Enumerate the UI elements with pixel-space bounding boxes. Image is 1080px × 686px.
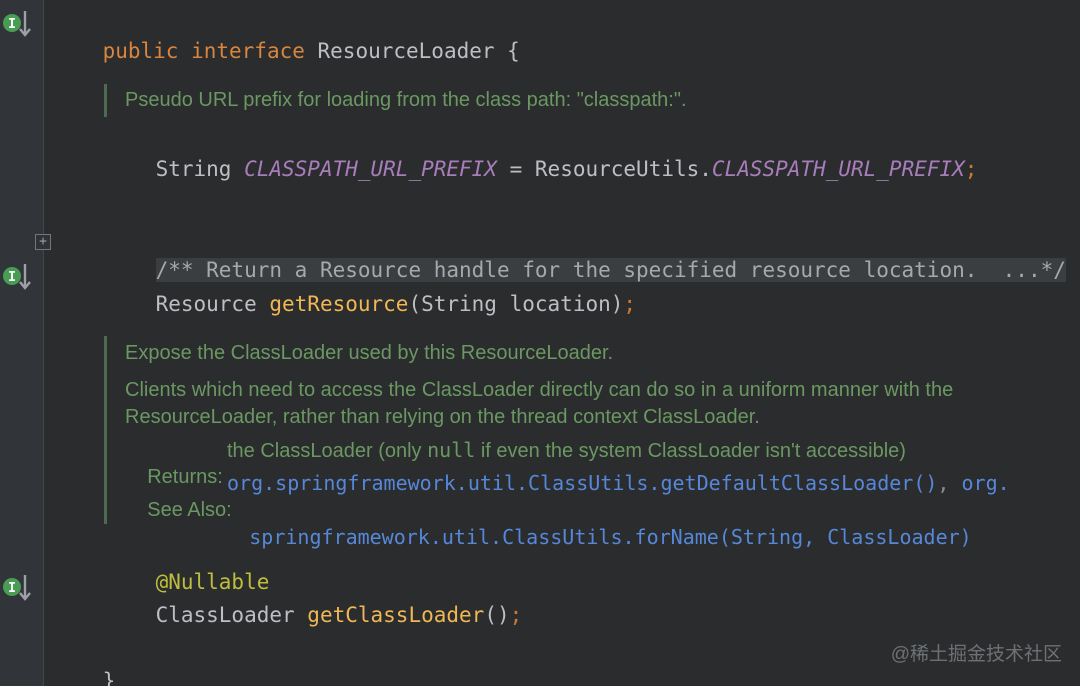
code-line-get-resource[interactable]: Resource getResource(String location); [105, 262, 636, 346]
ide-editor-window: I + I I public interface ResourceLoader … [0, 0, 1080, 686]
doc-paragraph-line: ResourceLoader, rather than relying on t… [125, 404, 760, 431]
type-name-token: ResourceLoader { [318, 39, 520, 63]
null-keyword: null [427, 438, 475, 462]
type-token: ClassLoader [156, 603, 308, 627]
doc-see-also-wrap-line: springframework.util.ClassUtils.forName(… [227, 497, 972, 579]
doc-comment-bar [104, 84, 107, 117]
params-token: () [484, 603, 509, 627]
link-separator: , [937, 471, 961, 495]
implemented-method-icon[interactable]: I [2, 259, 34, 293]
semicolon-token: ; [623, 292, 636, 316]
type-token: Resource [156, 292, 270, 316]
returns-text: if even the system ClassLoader isn't acc… [475, 440, 906, 462]
semicolon-token: ; [965, 157, 978, 181]
keyword-token: public interface [103, 39, 318, 63]
code-line-get-class-loader[interactable]: ClassLoader getClassLoader(); [105, 573, 522, 657]
code-line-closing-brace[interactable]: } [52, 639, 115, 686]
method-name-token: getClassLoader [307, 603, 484, 627]
code-line-interface-declaration[interactable]: public interface ResourceLoader { [52, 9, 520, 93]
svg-text:I: I [8, 270, 16, 285]
link-for-name-part2[interactable]: springframework.util.ClassUtils.forName(… [249, 525, 971, 549]
returns-value: the ClassLoader (only null if even the s… [227, 437, 906, 465]
constant-ref-token: CLASSPATH_URL_PREFIX [712, 157, 965, 181]
fold-expand-icon[interactable]: + [35, 234, 51, 250]
svg-text:I: I [8, 17, 16, 32]
brace-token: } [103, 669, 116, 686]
link-get-default-class-loader[interactable]: org.springframework.util.ClassUtils.getD… [227, 471, 937, 495]
code-line-constant-declaration[interactable]: String CLASSPATH_URL_PREFIX = ResourceUt… [105, 127, 977, 211]
type-token: String [156, 157, 245, 181]
method-name-token: getResource [269, 292, 408, 316]
juejin-watermark: @稀土掘金技术社区 [891, 643, 1062, 667]
doc-comment-bar [104, 336, 107, 524]
implemented-method-icon[interactable]: I [2, 570, 34, 604]
equals-token: = [497, 157, 535, 181]
semicolon-token: ; [510, 603, 523, 627]
see-also-links: org.springframework.util.ClassUtils.getD… [227, 470, 1010, 498]
doc-comment-text: Pseudo URL prefix for loading from the c… [125, 87, 687, 114]
see-also-label: See Also: [147, 499, 232, 521]
link-for-name-part1[interactable]: org. [962, 471, 1010, 495]
svg-text:I: I [8, 581, 16, 596]
returns-text: the ClassLoader (only [227, 440, 427, 462]
params-token: (String location) [408, 292, 623, 316]
qualifier-token: ResourceUtils. [535, 157, 712, 181]
doc-paragraph-line: Clients which need to access the ClassLo… [125, 377, 953, 404]
constant-name-token: CLASSPATH_URL_PREFIX [244, 157, 497, 181]
implemented-interface-icon[interactable]: I [2, 6, 34, 40]
doc-paragraph: Expose the ClassLoader used by this Reso… [125, 340, 613, 367]
